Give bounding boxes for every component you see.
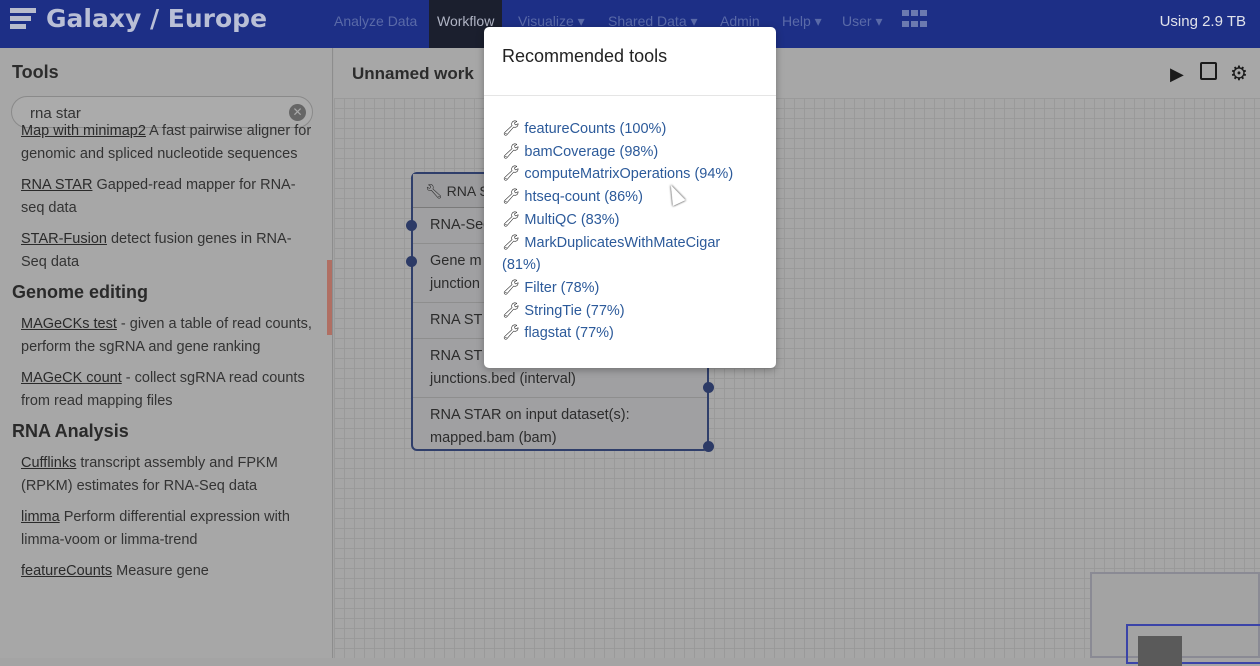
- tool-link[interactable]: Cufflinks: [21, 455, 76, 471]
- wrench-icon: 🔧︎: [502, 166, 521, 183]
- tool-item[interactable]: RNA STAR Gapped-read mapper for RNA-seq …: [0, 174, 325, 220]
- input-port-icon[interactable]: [406, 220, 417, 231]
- tool-item[interactable]: limma Perform differential expression wi…: [0, 506, 325, 552]
- nav-help[interactable]: Help ▾: [774, 0, 830, 48]
- node-title: RNA S: [446, 183, 489, 199]
- recommended-tool-link[interactable]: 🔧︎ MarkDuplicatesWithMateCigar (81%): [502, 232, 758, 277]
- tool-name[interactable]: bamCoverage (98%): [524, 144, 658, 160]
- tool-name[interactable]: htseq-count (86%): [524, 189, 642, 205]
- tool-item[interactable]: STAR-Fusion detect fusion genes in RNA-S…: [0, 228, 325, 274]
- nav-analyze-data[interactable]: Analyze Data: [326, 0, 425, 48]
- wrench-icon: 🔧︎: [502, 325, 521, 342]
- recommended-tool-link[interactable]: 🔧︎ featureCounts (100%): [502, 118, 758, 141]
- tool-link[interactable]: RNA STAR: [21, 177, 92, 193]
- output-port-icon[interactable]: [703, 441, 714, 452]
- recommended-tool-link[interactable]: 🔧︎ htseq-count (86%): [502, 186, 758, 209]
- nav-user[interactable]: User ▾: [834, 0, 890, 48]
- input-port-icon[interactable]: [406, 256, 417, 267]
- wrench-icon: 🔧︎: [425, 183, 443, 199]
- tool-link[interactable]: STAR-Fusion: [21, 231, 107, 247]
- scrollbar-thumb[interactable]: [327, 260, 332, 335]
- apps-grid-icon[interactable]: [902, 10, 928, 30]
- tool-description: Perform differential expression with lim…: [21, 509, 290, 548]
- tool-description: Measure gene: [112, 563, 209, 579]
- tool-name[interactable]: MarkDuplicatesWithMateCigar (81%): [502, 235, 720, 274]
- tool-link[interactable]: limma: [21, 509, 60, 525]
- gear-icon[interactable]: ⚙: [1230, 61, 1248, 86]
- tool-section-header[interactable]: Genome editing: [0, 282, 325, 303]
- canvas-overview[interactable]: [1090, 572, 1260, 666]
- recommended-tool-link[interactable]: 🔧︎ MultiQC (83%): [502, 209, 758, 232]
- wrench-icon: 🔧︎: [502, 211, 521, 228]
- wrench-icon: 🔧︎: [502, 279, 521, 296]
- tool-name[interactable]: MultiQC (83%): [524, 212, 619, 228]
- wrench-icon: 🔧︎: [502, 143, 521, 160]
- wrench-icon: 🔧︎: [502, 302, 521, 319]
- overview-node: [1138, 636, 1182, 666]
- tool-section-header[interactable]: RNA Analysis: [0, 421, 325, 442]
- tool-link[interactable]: featureCounts: [21, 563, 112, 579]
- tool-item[interactable]: MAGeCKs test - given a table of read cou…: [0, 313, 325, 359]
- workflow-title: Unnamed work: [352, 64, 474, 83]
- save-icon[interactable]: [1200, 62, 1217, 80]
- tool-item[interactable]: Cufflinks transcript assembly and FPKM (…: [0, 452, 325, 498]
- tool-item[interactable]: Map with minimap2 A fast pairwise aligne…: [0, 120, 325, 166]
- tool-name[interactable]: Filter (78%): [524, 280, 599, 296]
- tool-item[interactable]: MAGeCK count - collect sgRNA read counts…: [0, 367, 325, 413]
- recommended-tool-link[interactable]: 🔧︎ bamCoverage (98%): [502, 141, 758, 164]
- tool-panel-title: Tools: [12, 62, 59, 82]
- tool-name[interactable]: StringTie (77%): [524, 303, 624, 319]
- wrench-icon: 🔧︎: [502, 189, 521, 206]
- workflow-toolbar: Unnamed work ▶ ⚙: [334, 48, 1260, 98]
- wrench-icon: 🔧︎: [502, 234, 521, 251]
- recommended-tool-link[interactable]: 🔧︎ Filter (78%): [502, 277, 758, 300]
- play-icon[interactable]: ▶: [1170, 64, 1184, 85]
- recommended-tools-popover: Recommended tools 🔧︎ featureCounts (100%)…: [484, 27, 776, 368]
- quota-usage[interactable]: Using 2.9 TB: [1160, 13, 1246, 30]
- tool-link[interactable]: MAGeCK count: [21, 370, 122, 386]
- tool-item[interactable]: featureCounts Measure gene: [0, 560, 325, 583]
- brand-title[interactable]: Galaxy / Europe: [46, 4, 267, 33]
- terminal-label: RNA STAR on input dataset(s): mapped.bam…: [430, 407, 630, 446]
- recommended-tool-link[interactable]: 🔧︎ computeMatrixOperations (94%): [502, 163, 758, 186]
- recommended-tool-link[interactable]: 🔧︎ StringTie (77%): [502, 300, 758, 323]
- galaxy-logo-icon[interactable]: [10, 8, 36, 34]
- tool-link[interactable]: Map with minimap2: [21, 123, 146, 139]
- node-terminal-row: RNA STAR on input dataset(s): mapped.bam…: [413, 398, 714, 456]
- tool-link[interactable]: MAGeCKs test: [21, 316, 117, 332]
- wrench-icon: 🔧︎: [502, 121, 521, 137]
- tool-name[interactable]: flagstat (77%): [524, 325, 613, 341]
- recommended-tool-link[interactable]: 🔧︎ flagstat (77%): [502, 322, 758, 345]
- tool-list: Map with minimap2 A fast pairwise aligne…: [0, 123, 325, 591]
- clear-search-icon[interactable]: ✕: [289, 104, 306, 121]
- tool-name[interactable]: featureCounts (100%): [524, 121, 666, 137]
- popover-title: Recommended tools: [484, 27, 776, 96]
- tool-panel: Tools rna star ✕ Map with minimap2 A fast…: [0, 48, 333, 658]
- output-port-icon[interactable]: [703, 382, 714, 393]
- tool-name[interactable]: computeMatrixOperations (94%): [524, 166, 733, 182]
